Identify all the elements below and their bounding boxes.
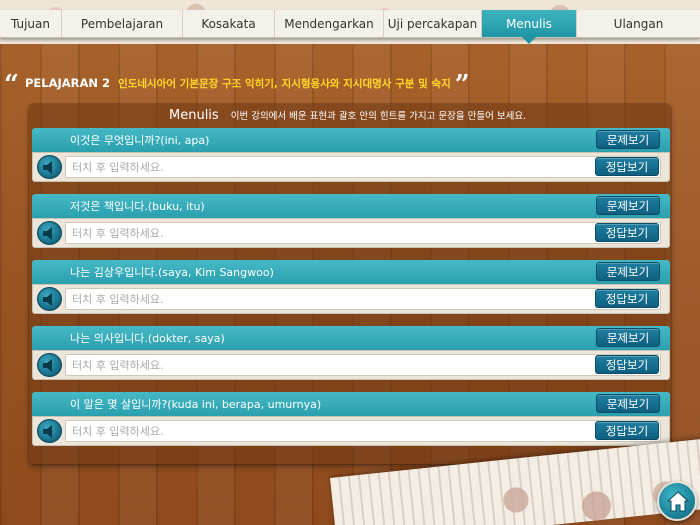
tab-ulangan[interactable]: Ulangan: [577, 10, 700, 37]
answer-bar: 정답보기: [32, 152, 670, 182]
answer-bar: 정답보기: [32, 284, 670, 314]
panel-header: Menulis 이번 강의에서 배운 표현과 괄호 안의 힌트를 가지고 문장을…: [29, 104, 671, 126]
question-text: 이 말은 몇 살입니까?(kuda ini, berapa, umurnya): [70, 398, 322, 411]
lesson-number: PELAJARAN 2: [24, 76, 111, 90]
show-answer-button[interactable]: 정답보기: [595, 223, 659, 242]
panel-instructions: 이번 강의에서 배운 표현과 괄호 안의 힌트를 가지고 문장을 만들어 보세요…: [230, 111, 527, 122]
tab-kosakata[interactable]: Kosakata: [183, 10, 275, 37]
question-bar: 이것은 무엇입니까?(ini, apa) 문제보기: [32, 128, 670, 152]
tab-menulis[interactable]: Menulis: [482, 10, 577, 44]
speaker-icon[interactable]: [37, 155, 62, 179]
speaker-icon[interactable]: [37, 221, 62, 245]
question-bar: 나는 김상우입니다.(saya, Kim Sangwoo) 문제보기: [32, 260, 670, 284]
exercise-item: 이 말은 몇 살입니까?(kuda ini, berapa, umurnya) …: [32, 392, 670, 448]
speaker-icon[interactable]: [37, 419, 62, 443]
show-answer-button[interactable]: 정답보기: [595, 157, 659, 176]
panel-title: Menulis: [169, 107, 219, 123]
question-text: 저것은 책입니다.(buku, itu): [70, 200, 205, 213]
show-answer-button[interactable]: 정답보기: [595, 355, 659, 374]
show-answer-button[interactable]: 정답보기: [595, 289, 659, 308]
home-button[interactable]: [657, 481, 697, 521]
speaker-icon[interactable]: [37, 287, 62, 311]
show-answer-button[interactable]: 정답보기: [595, 421, 659, 440]
answer-input[interactable]: [65, 420, 661, 442]
open-quote-icon: “: [4, 70, 19, 100]
answer-bar: 정답보기: [32, 218, 670, 248]
show-question-button[interactable]: 문제보기: [596, 328, 660, 347]
lesson-title: 인도네시아어 기본문장 구조 익히기, 지시형용사와 지시대명사 구분 및 숙지: [118, 77, 451, 90]
tab-pembelajaran[interactable]: Pembelajaran: [62, 10, 183, 37]
answer-input[interactable]: [65, 222, 661, 244]
exercise-item: 이것은 무엇입니까?(ini, apa) 문제보기 정답보기: [32, 128, 670, 184]
show-question-button[interactable]: 문제보기: [596, 196, 660, 215]
exercise-item: 저것은 책입니다.(buku, itu) 문제보기 정답보기: [32, 194, 670, 250]
main-nav: Tujuan Pembelajaran Kosakata Mendengarka…: [0, 10, 700, 44]
home-icon: [667, 491, 689, 512]
answer-bar: 정답보기: [32, 416, 670, 446]
exercise-item: 나는 의사입니다.(dokter, saya) 문제보기 정답보기: [32, 326, 670, 382]
lesson-header: “ PELAJARAN 2 인도네시아어 기본문장 구조 익히기, 지시형용사와…: [4, 72, 696, 98]
show-question-button[interactable]: 문제보기: [596, 262, 660, 281]
tab-uji-percakapan[interactable]: Uji percakapan: [384, 10, 482, 37]
show-question-button[interactable]: 문제보기: [596, 130, 660, 149]
speaker-icon[interactable]: [37, 353, 62, 377]
exercise-item: 나는 김상우입니다.(saya, Kim Sangwoo) 문제보기 정답보기: [32, 260, 670, 316]
close-quote-icon: ”: [454, 70, 470, 100]
tab-mendengarkan[interactable]: Mendengarkan: [275, 10, 384, 37]
question-bar: 저것은 책입니다.(buku, itu) 문제보기: [32, 194, 670, 218]
question-text: 이것은 무엇입니까?(ini, apa): [70, 134, 210, 147]
question-text: 나는 김상우입니다.(saya, Kim Sangwoo): [70, 266, 274, 279]
question-text: 나는 의사입니다.(dokter, saya): [70, 332, 225, 345]
show-question-button[interactable]: 문제보기: [596, 394, 660, 413]
answer-input[interactable]: [65, 156, 661, 178]
writing-panel: Menulis 이번 강의에서 배운 표현과 괄호 안의 힌트를 가지고 문장을…: [29, 104, 671, 464]
answer-input[interactable]: [65, 354, 661, 376]
answer-input[interactable]: [65, 288, 661, 310]
answer-bar: 정답보기: [32, 350, 670, 380]
tab-tujuan[interactable]: Tujuan: [0, 10, 62, 37]
question-bar: 이 말은 몇 살입니까?(kuda ini, berapa, umurnya) …: [32, 392, 670, 416]
question-bar: 나는 의사입니다.(dokter, saya) 문제보기: [32, 326, 670, 350]
